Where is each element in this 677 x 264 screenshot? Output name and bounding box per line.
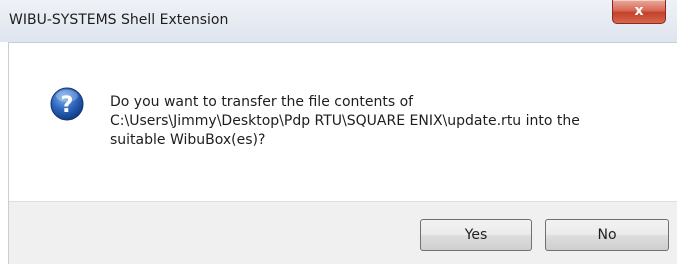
window-title: WIBU-SYSTEMS Shell Extension [9,12,229,28]
message-line: Do you want to transfer the file content… [110,94,414,110]
close-button[interactable]: x [612,0,666,24]
no-button[interactable]: No [545,219,669,251]
svg-text:?: ? [61,93,74,118]
dialog-client-area: ? Do you want to transfer the file conte… [8,42,677,264]
title-bar[interactable]: WIBU-SYSTEMS Shell Extension x [0,0,677,42]
button-bar: Yes No [9,201,677,264]
message-text: Do you want to transfer the file content… [110,93,670,150]
close-icon: x [634,3,644,19]
question-icon: ? [50,87,84,121]
message-line: suitable WibuBox(es)? [110,132,266,148]
message-dialog: WIBU-SYSTEMS Shell Extension x ? Do you … [0,0,677,264]
message-area: ? Do you want to transfer the file conte… [9,43,677,201]
yes-button[interactable]: Yes [420,219,532,251]
message-line: C:\Users\Jimmy\Desktop\Pdp RTU\SQUARE EN… [110,113,580,129]
